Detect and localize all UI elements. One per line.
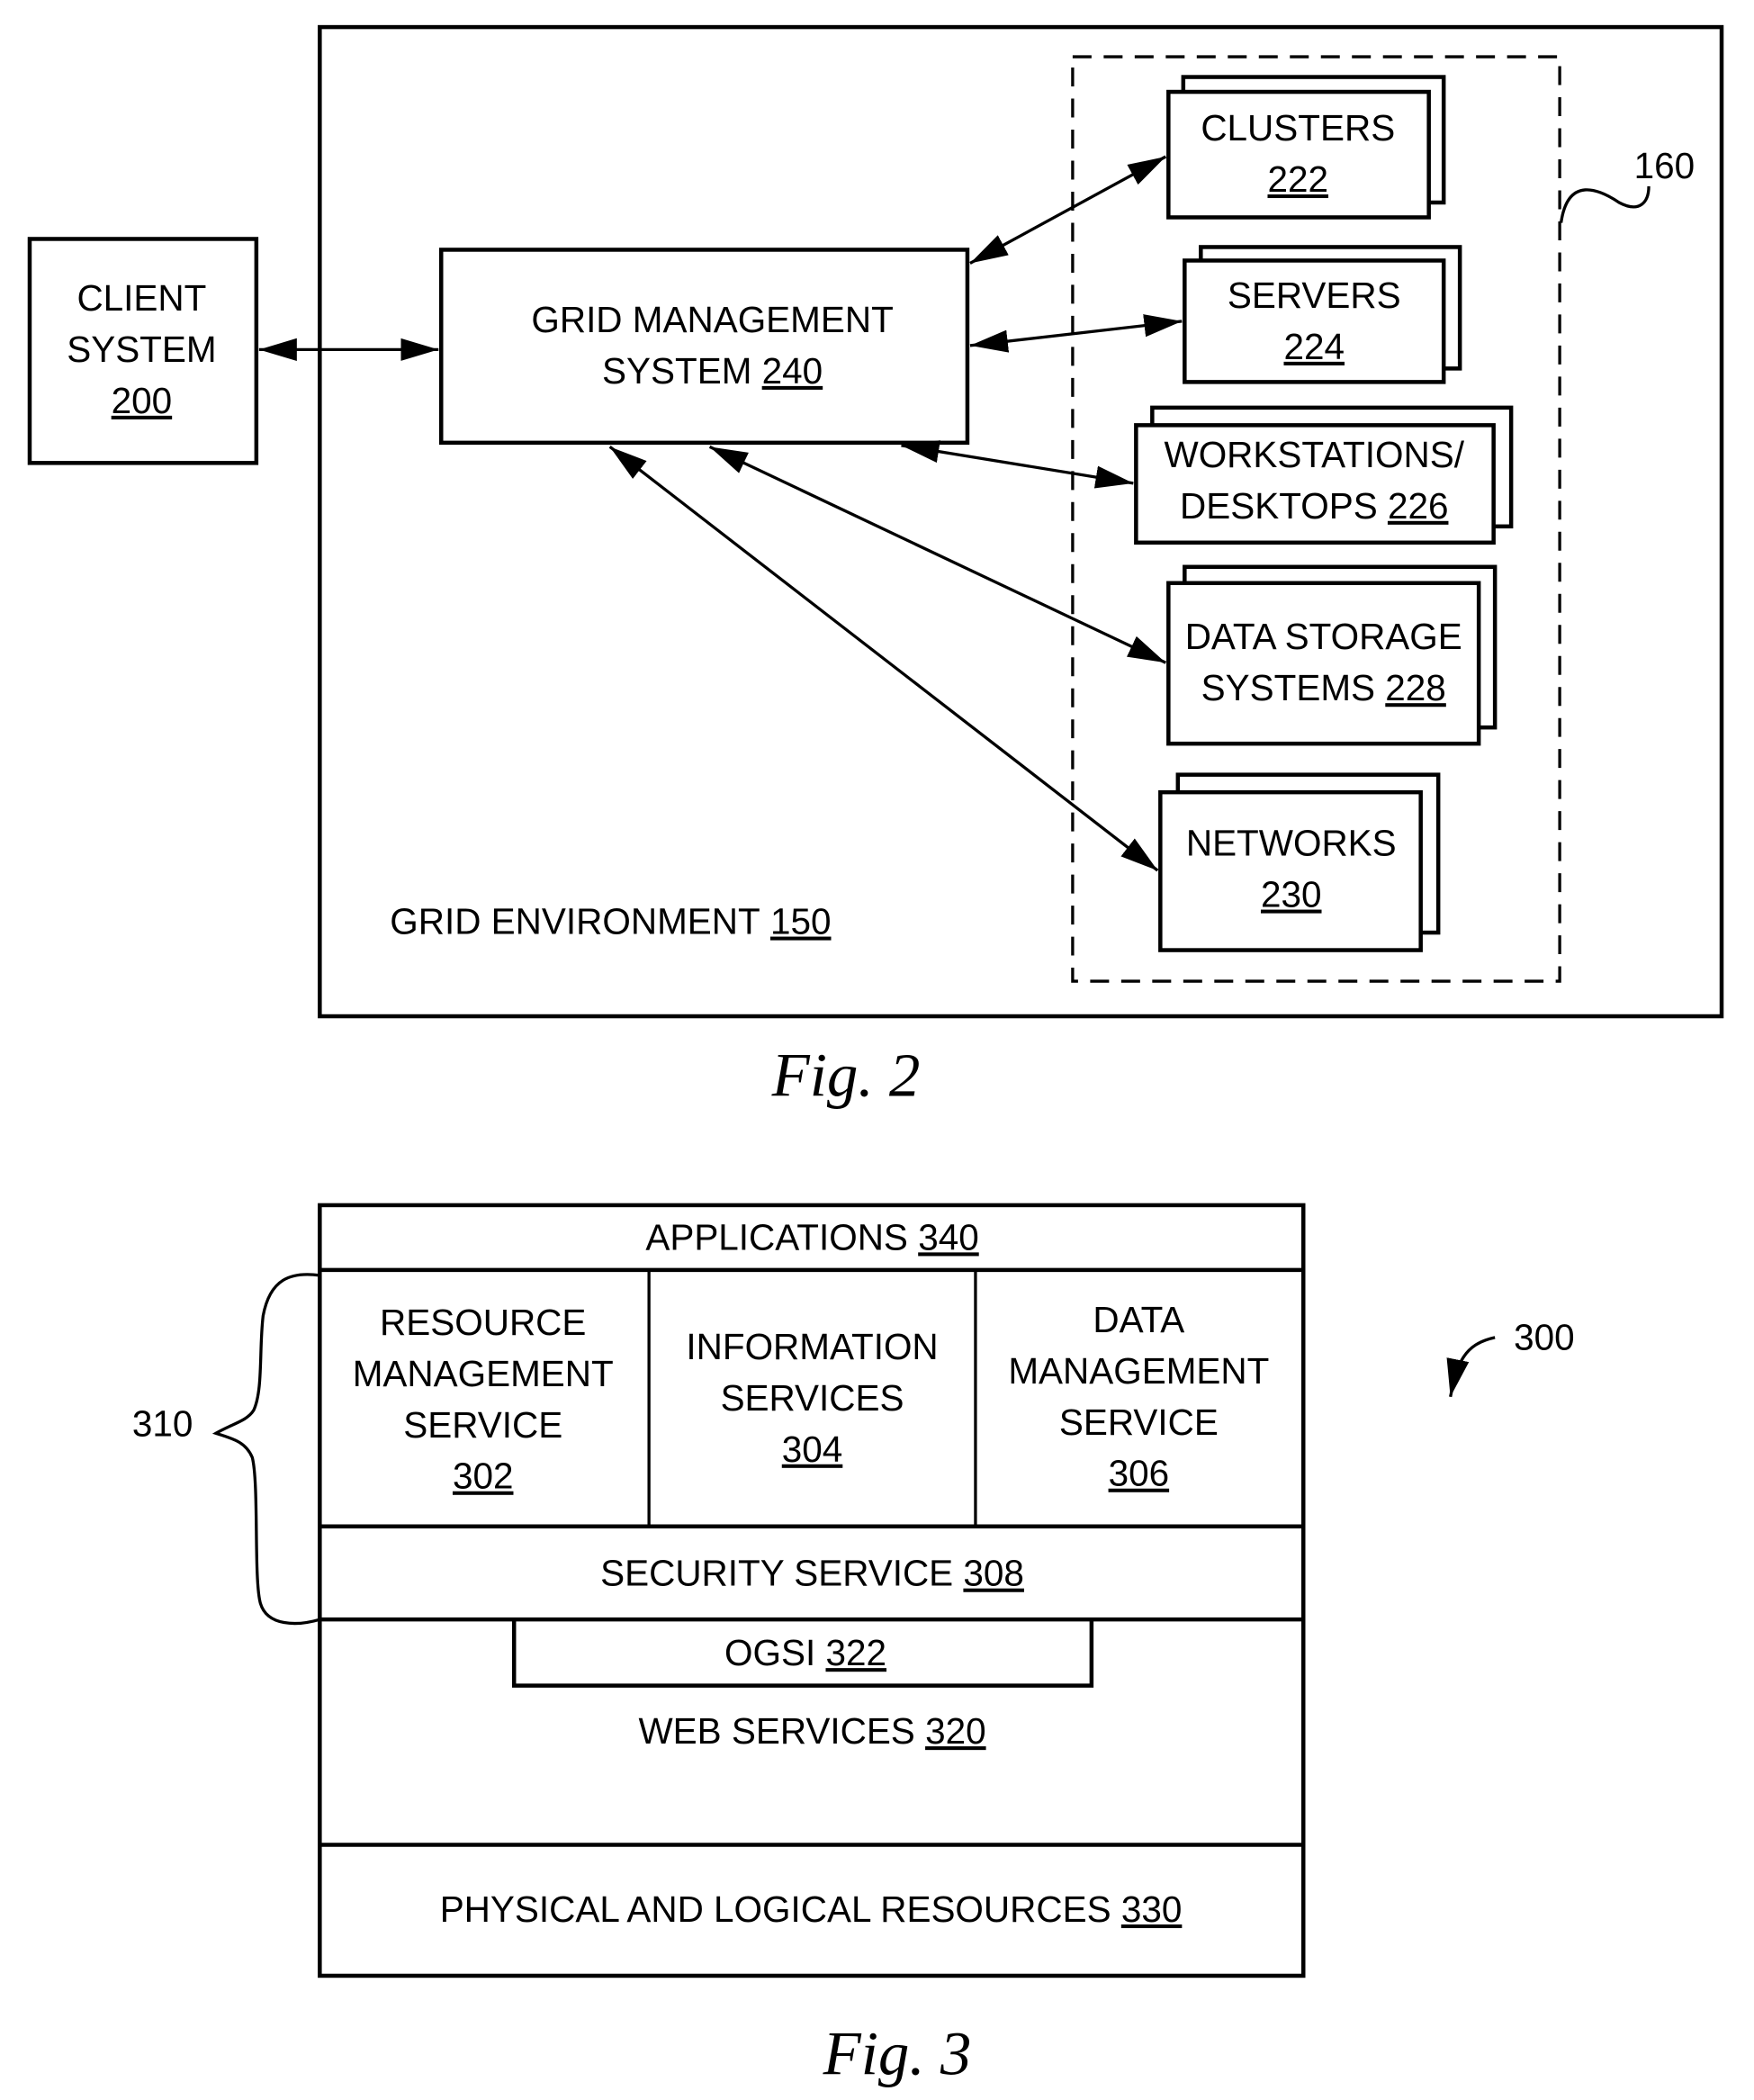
servers-label: SERVERS <box>1228 275 1401 316</box>
rms-line1: RESOURCE <box>380 1302 586 1343</box>
gms-line2: SYSTEM 240 <box>602 350 823 392</box>
data-storage-line2: SYSTEMS 228 <box>1201 667 1446 708</box>
figure-2-caption: Fig. 2 <box>771 1041 921 1109</box>
patent-drawing-sheet: GRID ENVIRONMENT 150 CLIENT SYSTEM 200 G… <box>27 24 1724 2087</box>
workstations-ref: 226 <box>1388 485 1449 527</box>
gms-line1: GRID MANAGEMENT <box>531 299 893 340</box>
web-services-ref: 320 <box>925 1710 986 1752</box>
info-line1: INFORMATION <box>686 1326 938 1367</box>
client-system-ref: 200 <box>112 380 173 421</box>
ogsi-layer: OGSI 322 <box>724 1632 886 1673</box>
rms-ref: 302 <box>453 1456 514 1497</box>
physical-logical-resources-layer: PHYSICAL AND LOGICAL RESOURCES 330 <box>440 1888 1183 1930</box>
clusters-ref: 222 <box>1267 158 1328 200</box>
networks-ref: 230 <box>1261 874 1322 915</box>
dms-ref: 306 <box>1109 1453 1170 1494</box>
rms-line3: SERVICE <box>403 1404 562 1446</box>
grid-environment-label: GRID ENVIRONMENT 150 <box>390 901 831 942</box>
figure-3-ref: 300 <box>1514 1316 1575 1357</box>
data-storage-ref: 228 <box>1385 667 1446 708</box>
workstations-label: WORKSTATIONS/ <box>1165 434 1465 475</box>
client-system-line2: SYSTEM <box>67 329 216 370</box>
ogsi-ref: 322 <box>826 1632 887 1673</box>
rms-line2: MANAGEMENT <box>353 1353 614 1394</box>
figure-3-ref-leader <box>1446 1336 1496 1398</box>
security-service-layer: SECURITY SERVICE 308 <box>600 1553 1024 1594</box>
figure-3-caption: Fig. 3 <box>823 2019 972 2087</box>
servers-ref: 224 <box>1283 326 1345 367</box>
data-storage-systems-box: DATA STORAGE SYSTEMS 228 <box>1166 564 1498 746</box>
grid-management-system-box <box>438 248 970 446</box>
dms-line3: SERVICE <box>1059 1402 1219 1443</box>
figure-2: GRID ENVIRONMENT 150 CLIENT SYSTEM 200 G… <box>27 24 1724 1109</box>
physical-ref: 330 <box>1121 1888 1183 1930</box>
desktops-label: DESKTOPS 226 <box>1180 485 1448 527</box>
dms-line2: MANAGEMENT <box>1008 1350 1269 1392</box>
servers-box: SERVERS 224 <box>1183 245 1462 384</box>
resource-group-ref: 160 <box>1634 145 1696 186</box>
applications-layer: APPLICATIONS 340 <box>645 1216 978 1257</box>
security-ref: 308 <box>963 1553 1024 1594</box>
networks-label: NETWORKS <box>1186 823 1397 864</box>
figure-3: APPLICATIONS 340 RESOURCE MANAGEMENT SER… <box>132 1203 1575 2087</box>
client-system-line1: CLIENT <box>76 277 206 319</box>
workstations-desktops-box: WORKSTATIONS/ DESKTOPS 226 <box>1134 405 1514 545</box>
dms-line1: DATA <box>1093 1299 1184 1340</box>
gms-ref: 240 <box>762 350 823 392</box>
info-ref: 304 <box>782 1429 843 1470</box>
info-line2: SERVICES <box>721 1377 904 1419</box>
networks-box: NETWORKS 230 <box>1158 772 1441 952</box>
clusters-label: CLUSTERS <box>1201 107 1395 149</box>
clusters-box: CLUSTERS 222 <box>1166 75 1446 220</box>
grid-services-brace <box>211 1273 320 1626</box>
data-storage-label: DATA STORAGE <box>1185 616 1462 657</box>
applications-ref: 340 <box>918 1216 979 1257</box>
grid-environment-ref: 150 <box>770 901 832 942</box>
brace-ref: 310 <box>132 1402 193 1444</box>
web-services-layer: WEB SERVICES 320 <box>638 1710 985 1752</box>
